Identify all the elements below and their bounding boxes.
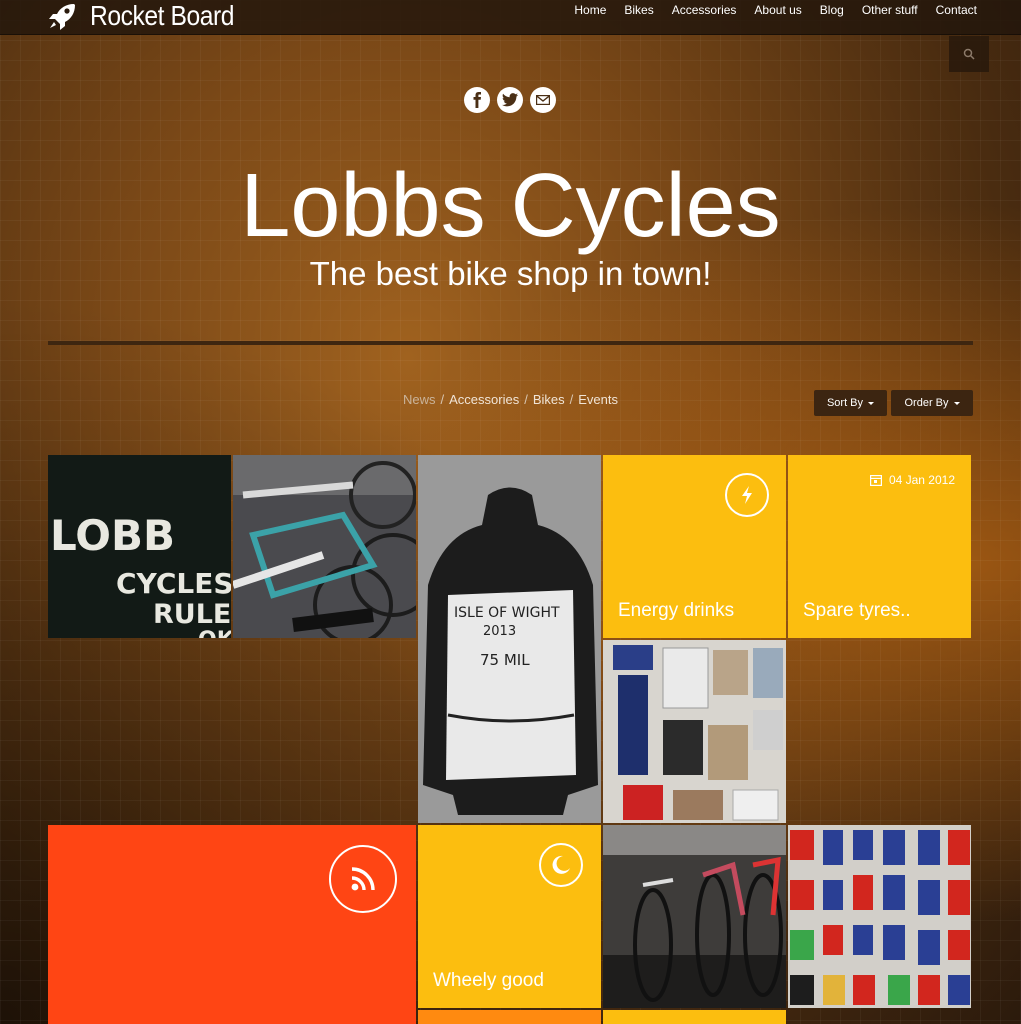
rss-icon <box>329 845 397 913</box>
tile-rss-feed[interactable] <box>48 825 416 1024</box>
tile-energy-drinks[interactable]: Energy drinks <box>603 455 786 638</box>
filter-separator: / <box>524 392 528 407</box>
facebook-icon <box>473 92 481 108</box>
jersey-image: ISLE OF WIGHT 2013 75 MIL <box>418 455 601 823</box>
nav-about-us[interactable]: About us <box>754 3 801 17</box>
tile-spare-tyres[interactable]: 04 Jan 2012 Spare tyres.. <box>788 455 971 638</box>
filter-events[interactable]: Events <box>578 392 618 407</box>
main-nav: Home Bikes Accessories About us Blog Oth… <box>574 3 977 17</box>
tile-title-wheely-good: Wheely good <box>433 970 544 991</box>
lobb-sign-image: LOBB CYCLES RULE OK <box>48 455 231 638</box>
facebook-link[interactable] <box>464 87 490 113</box>
sort-by-dropdown[interactable]: Sort By <box>814 390 887 416</box>
jersey-text-1: ISLE OF WIGHT <box>454 605 560 621</box>
post-date: 04 Jan 2012 <box>869 473 955 487</box>
nav-other-stuff[interactable]: Other stuff <box>862 3 918 17</box>
jersey-text-2: 2013 <box>483 624 516 639</box>
tile-wheely-good[interactable]: Wheely good <box>418 825 601 1008</box>
brand[interactable]: Rocket Board <box>47 0 254 32</box>
photo-tile-accessories-wall[interactable] <box>603 640 786 823</box>
filter-separator: / <box>569 392 574 407</box>
hero-divider <box>48 341 973 345</box>
lobb-sign-word-4: OK <box>198 628 231 638</box>
photo-tile-lobb-sign[interactable]: LOBB CYCLES RULE OK <box>48 455 231 638</box>
bike-rack-image <box>233 455 416 638</box>
photo-tile-bike-rack[interactable] <box>233 455 416 638</box>
lightning-icon <box>725 473 769 517</box>
nav-home[interactable]: Home <box>574 3 606 17</box>
hero-subtitle: The best bike shop in town! <box>309 255 712 292</box>
tile-partial-orange[interactable] <box>418 1010 601 1024</box>
filter-separator: / <box>440 392 445 407</box>
photo-tile-jersey[interactable]: ISLE OF WIGHT 2013 75 MIL <box>418 455 601 823</box>
order-by-dropdown[interactable]: Order By <box>891 390 973 416</box>
sort-by-label: Sort By <box>826 397 864 409</box>
lobb-sign-word-3: RULE <box>153 599 231 630</box>
search-icon <box>963 48 975 60</box>
hero-title: Lobbs Cycles <box>240 156 781 256</box>
filter-news[interactable]: News <box>403 392 436 407</box>
social-links <box>464 87 556 113</box>
rocket-icon <box>49 4 75 30</box>
nav-contact[interactable]: Contact <box>936 3 977 17</box>
chevron-down-icon <box>868 401 875 405</box>
filter-accessories[interactable]: Accessories <box>449 392 519 407</box>
photo-tile-tubes-wall[interactable] <box>788 825 971 1008</box>
tubes-wall-image <box>788 825 971 1008</box>
moon-icon <box>539 843 583 887</box>
photo-tile-shop-bikes[interactable] <box>603 825 786 1008</box>
jersey-text-3: 75 MIL <box>480 651 530 669</box>
nav-bikes[interactable]: Bikes <box>624 3 653 17</box>
calendar-icon <box>869 475 882 486</box>
order-by-label: Order By <box>904 397 949 409</box>
tile-partial-yellow[interactable] <box>603 1010 786 1024</box>
filter-bikes[interactable]: Bikes <box>533 392 565 407</box>
nav-blog[interactable]: Blog <box>820 3 844 17</box>
lobb-sign-word-2: CYCLES <box>116 567 231 600</box>
brand-name: Rocket Board <box>90 0 235 31</box>
shop-bikes-image <box>603 825 786 1008</box>
post-date-text: 04 Jan 2012 <box>888 473 955 487</box>
twitter-icon <box>502 93 518 107</box>
chevron-down-icon <box>953 401 960 405</box>
email-icon <box>536 95 550 105</box>
tile-title-energy-drinks: Energy drinks <box>618 600 735 621</box>
tile-title-spare-tyres: Spare tyres.. <box>803 600 911 621</box>
top-navbar: Rocket Board Home Bikes Accessories Abou… <box>0 0 1021 35</box>
accessories-wall-image <box>603 640 786 823</box>
lobb-sign-word-1: LOBB <box>50 511 175 560</box>
nav-accessories[interactable]: Accessories <box>672 3 737 17</box>
search-button[interactable] <box>949 36 989 72</box>
email-link[interactable] <box>530 87 556 113</box>
twitter-link[interactable] <box>497 87 523 113</box>
